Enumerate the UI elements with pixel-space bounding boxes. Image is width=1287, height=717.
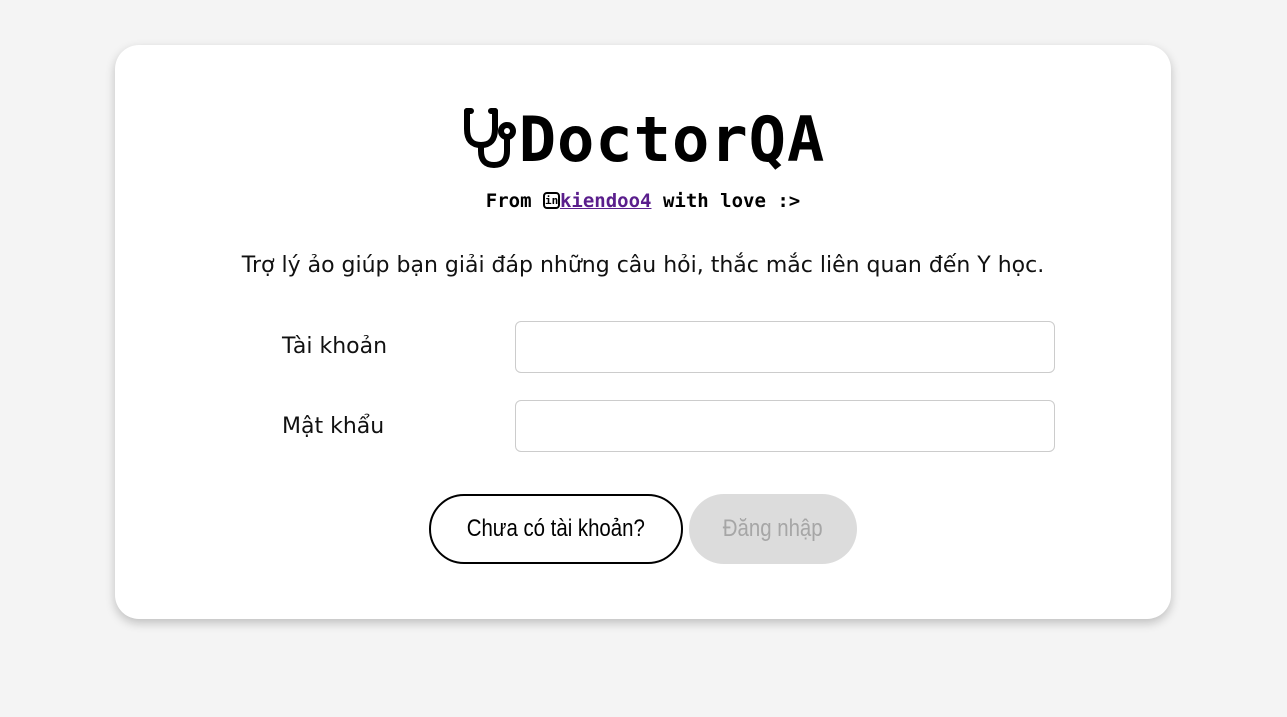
stethoscope-icon — [461, 107, 519, 173]
username-label: Tài khoản — [282, 334, 388, 359]
username-input[interactable] — [515, 321, 1055, 373]
password-label: Mật khẩu — [282, 414, 385, 439]
login-button[interactable]: Đăng nhập — [689, 494, 857, 564]
login-label: Đăng nhập — [723, 515, 823, 542]
linkedin-icon: in — [542, 192, 560, 209]
title-text: DoctorQA — [518, 103, 826, 176]
app-title: DoctorQA — [115, 107, 1171, 173]
description: Trợ lý ảo giúp bạn giải đáp những câu hỏ… — [241, 253, 1045, 278]
suffix-text: with love :> — [662, 190, 801, 212]
password-input[interactable] — [515, 400, 1055, 452]
subtitle: From inkiendoo4 with love :> — [115, 190, 1171, 212]
login-card: DoctorQA From inkiendoo4 with love :> Tr… — [115, 45, 1171, 619]
register-label: Chưa có tài khoản? — [466, 515, 646, 542]
register-button[interactable]: Chưa có tài khoản? — [429, 494, 683, 564]
from-text: From — [485, 190, 532, 212]
author-link[interactable]: kiendoo4 — [560, 190, 652, 212]
